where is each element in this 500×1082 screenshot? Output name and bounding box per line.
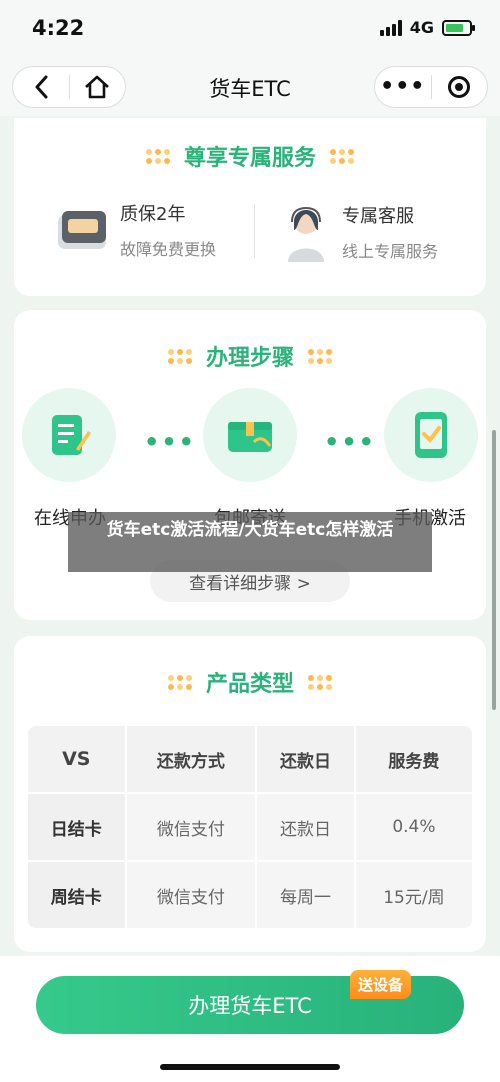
- feature-support: 专属客服 线上专属服务: [284, 200, 438, 264]
- table-header-cell: 还款方式: [126, 726, 256, 792]
- table-row: 日结卡 微信支付 还款日 0.4%: [28, 794, 472, 860]
- step-apply: [22, 388, 116, 482]
- service-section-title: 尊享专属服务: [14, 140, 486, 172]
- home-indicator[interactable]: [160, 1064, 340, 1070]
- product-table: VS 还款方式 还款日 服务费 日结卡 微信支付 还款日 0.4% 周结卡 微信…: [26, 724, 474, 930]
- decor-dots-icon: [330, 148, 354, 164]
- more-button[interactable]: •••: [375, 67, 431, 107]
- battery-level: [446, 23, 463, 32]
- steps-section-title: 办理步骤: [14, 340, 486, 372]
- table-cell: 每周一: [257, 862, 354, 928]
- signal-icon: [379, 19, 402, 36]
- battery-icon: [442, 19, 475, 36]
- nav-right-capsule: •••: [374, 66, 488, 108]
- status-bar: 4:22 4G: [0, 0, 500, 60]
- table-header-cell: VS: [28, 726, 125, 792]
- table-cell: 微信支付: [126, 862, 256, 928]
- decor-dots-icon: [167, 348, 192, 364]
- feature-subtitle: 故障免费更换: [120, 240, 217, 259]
- scrollbar[interactable]: [492, 430, 496, 710]
- decor-dots-icon: [308, 348, 332, 364]
- close-miniapp-button[interactable]: [432, 67, 488, 107]
- nav-bar: 货车ETC •••: [0, 60, 500, 116]
- bottom-bar: 办理货车ETC 送设备: [0, 956, 500, 1082]
- steps-title: 办理步骤: [205, 346, 294, 371]
- feature-warranty: 质保2年 故障免费更换: [54, 200, 216, 260]
- decor-dots-icon: [308, 674, 332, 690]
- table-cell: 0.4%: [355, 794, 472, 860]
- table-cell: 微信支付: [126, 794, 256, 860]
- step-ship: [203, 388, 297, 482]
- table-row: 周结卡 微信支付 每周一 15元/周: [28, 862, 472, 928]
- status-time: 4:22: [32, 16, 85, 40]
- products-title: 产品类型: [205, 672, 294, 697]
- step-connector: •••: [144, 428, 197, 456]
- service-card: 尊享专属服务 质保2年 故障免费更换 专属客服 线上专属服务: [14, 118, 486, 296]
- feature-title: 专属客服: [342, 206, 414, 227]
- status-indicators: 4G: [379, 18, 475, 37]
- overlay-caption: 货车etc激活流程/大货车etc怎样激活: [68, 512, 432, 572]
- network-label: 4G: [409, 18, 434, 37]
- feature-title: 质保2年: [120, 204, 186, 225]
- products-card: 产品类型 VS 还款方式 还款日 服务费 日结卡 微信支付 还款日 0.4% 周…: [14, 636, 486, 952]
- step-activate: [384, 388, 478, 482]
- step-connector: •••: [324, 428, 377, 456]
- feature-divider: [254, 204, 255, 258]
- box-icon: [228, 422, 272, 452]
- document-edit-icon: [52, 415, 91, 455]
- table-cell: 周结卡: [28, 862, 125, 928]
- table-header-cell: 还款日: [257, 726, 354, 792]
- phone-check-icon: [415, 412, 447, 458]
- decor-dots-icon: [145, 148, 170, 164]
- promo-badge: 送设备: [350, 970, 412, 999]
- service-title: 尊享专属服务: [183, 146, 316, 171]
- table-header-cell: 服务费: [355, 726, 472, 792]
- target-icon: [448, 76, 471, 98]
- decor-dots-icon: [167, 674, 192, 690]
- table-cell: 还款日: [257, 794, 354, 860]
- feature-subtitle: 线上专属服务: [342, 242, 439, 261]
- agent-icon: [288, 206, 324, 262]
- device-icon: [58, 211, 106, 249]
- more-icon: •••: [380, 74, 426, 99]
- table-cell: 15元/周: [355, 862, 472, 928]
- products-section-title: 产品类型: [14, 666, 486, 698]
- table-cell: 日结卡: [28, 794, 125, 860]
- steps-card: 办理步骤 ••• ••• 在线申办 包邮寄送 手机激活: [14, 310, 486, 620]
- table-header-row: VS 还款方式 还款日 服务费: [28, 726, 472, 792]
